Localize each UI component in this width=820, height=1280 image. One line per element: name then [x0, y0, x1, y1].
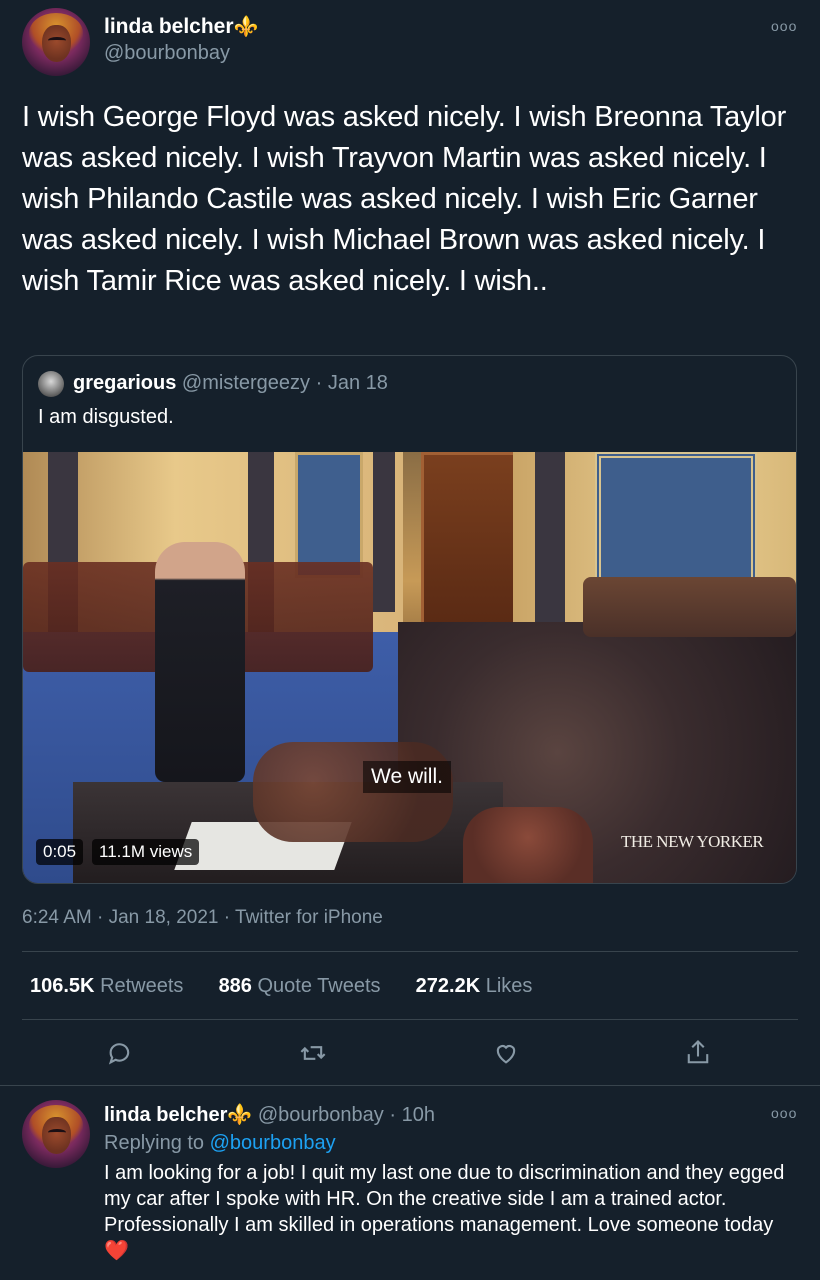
- foreground-chair-right: [463, 807, 593, 883]
- author-avatar[interactable]: [22, 8, 90, 76]
- reply-author-avatar[interactable]: [22, 1100, 90, 1168]
- quoted-handle: @mistergeezy: [181, 372, 311, 394]
- reply-separator: ·: [389, 1104, 397, 1126]
- replying-to-line: Replying to @bourbonbay: [104, 1132, 336, 1155]
- likes-stat[interactable]: 272.2K Likes: [416, 975, 533, 997]
- reply-author-name[interactable]: linda belcher: [104, 1104, 227, 1126]
- quoted-avatar: [38, 371, 64, 397]
- quote-tweets-stat[interactable]: 886 Quote Tweets: [219, 975, 381, 997]
- heart-emoji-icon: ❤️: [104, 1240, 129, 1262]
- author-handle[interactable]: @bourbonbay: [104, 42, 230, 65]
- video-watermark: THE NEW YORKER: [621, 832, 764, 851]
- dais-chairs: [583, 577, 796, 637]
- reply-header: linda belcher⚜️ @bourbonbay · 10h: [104, 1102, 435, 1127]
- video-caption: We will.: [363, 761, 451, 793]
- video-player[interactable]: We will. THE NEW YORKER 0:05 11.1M views: [23, 452, 796, 883]
- quoted-text: I am disgusted.: [38, 406, 174, 428]
- wood-door: [421, 452, 517, 628]
- share-icon[interactable]: [684, 1038, 712, 1068]
- blue-window-left: [295, 452, 363, 578]
- retweet-icon[interactable]: [298, 1039, 328, 1067]
- video-views-badge: 11.1M views: [92, 839, 200, 865]
- author-name-row[interactable]: linda belcher⚜️: [104, 14, 258, 39]
- video-time-badge: 0:05: [36, 839, 84, 865]
- tweet-text: I wish George Floyd was asked nicely. I …: [22, 101, 787, 297]
- tweet-timestamp[interactable]: 6:24 AM · Jan 18, 2021 · Twitter for iPh…: [22, 907, 383, 929]
- replying-label: Replying to: [104, 1132, 205, 1154]
- reply-author-handle[interactable]: @bourbonbay: [258, 1104, 384, 1126]
- quoted-date: Jan 18: [327, 372, 388, 394]
- fleur-de-lis-icon: ⚜️: [227, 1104, 253, 1126]
- quoted-tweet-card[interactable]: gregarious @mistergeezy · Jan 18 I am di…: [22, 355, 797, 884]
- dark-pillar-3: [373, 452, 395, 612]
- quoted-separator: ·: [315, 372, 323, 394]
- reply-time[interactable]: 10h: [402, 1104, 435, 1126]
- reply-text: I am looking for a job! I quit my last o…: [104, 1162, 785, 1262]
- officer-figure: [155, 542, 245, 782]
- divider-bottom: [0, 1085, 820, 1086]
- fleur-de-lis-icon: ⚜️: [233, 16, 259, 38]
- divider-middle: [22, 1019, 798, 1020]
- retweets-stat[interactable]: 106.5K Retweets: [30, 975, 183, 997]
- divider-top: [22, 951, 798, 952]
- replying-to-link[interactable]: @bourbonbay: [210, 1132, 336, 1154]
- quoted-header: gregarious @mistergeezy · Jan 18: [73, 372, 388, 395]
- reply-more-options-icon[interactable]: ooo: [771, 1105, 797, 1121]
- more-options-icon[interactable]: ooo: [771, 18, 797, 34]
- like-icon[interactable]: [492, 1039, 520, 1067]
- dark-pillar-4: [535, 452, 565, 622]
- author-name[interactable]: linda belcher: [104, 15, 234, 38]
- stats-row: 106.5K Retweets 886 Quote Tweets 272.2K …: [30, 975, 532, 998]
- reply-icon[interactable]: [106, 1039, 134, 1067]
- quoted-name: gregarious: [73, 372, 177, 394]
